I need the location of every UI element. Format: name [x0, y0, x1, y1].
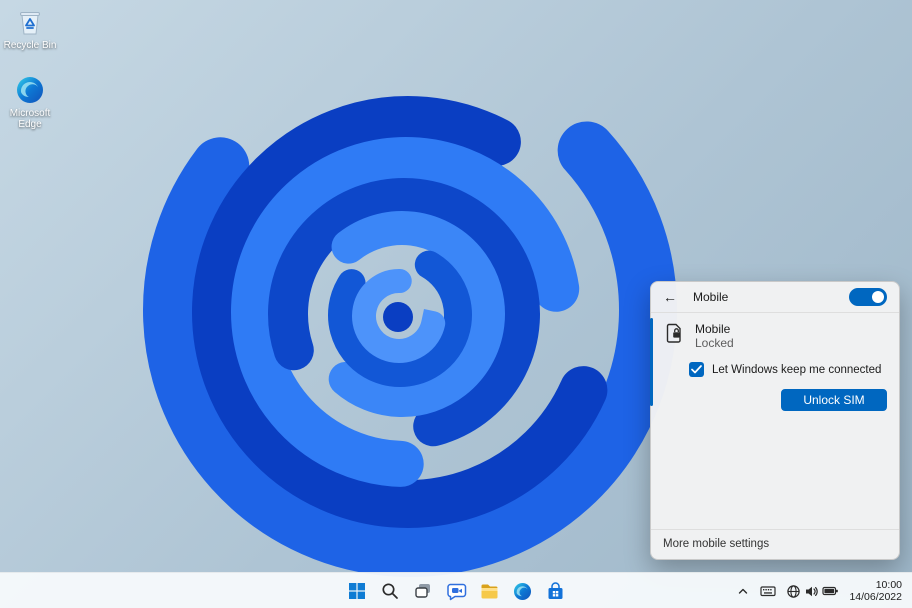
checkbox-checked-icon[interactable]: [689, 362, 704, 377]
system-tray: 10:00 14/06/2022: [732, 573, 908, 608]
clock-time: 10:00: [875, 579, 902, 591]
keep-connected-checkbox-row[interactable]: Let Windows keep me connected: [689, 362, 887, 377]
touch-keyboard-icon: [760, 586, 777, 597]
desktop-icon-microsoft-edge[interactable]: Microsoft Edge: [1, 74, 59, 130]
edge-icon: [513, 582, 531, 600]
unlock-sim-button[interactable]: Unlock SIM: [781, 389, 887, 411]
chat-icon: [446, 583, 466, 600]
touch-keyboard-button[interactable]: [756, 577, 780, 605]
desktop-icon-recycle-bin[interactable]: Recycle Bin: [1, 6, 59, 51]
start-icon: [349, 583, 365, 599]
search-button[interactable]: [376, 577, 404, 605]
device-name: Mobile: [695, 322, 731, 336]
mobile-toggle[interactable]: [849, 288, 887, 306]
recycle-bin-icon: [20, 12, 40, 35]
device-text: Mobile Locked: [695, 322, 734, 350]
battery-icon: [822, 586, 839, 596]
panel-header: ← Mobile: [651, 282, 899, 313]
desktop-icon-label: Recycle Bin: [3, 40, 57, 51]
selection-accent-bar: [650, 318, 653, 406]
store-button[interactable]: [541, 577, 569, 605]
panel-body: Mobile Locked Let Windows keep me connec…: [650, 313, 899, 411]
toggle-knob-icon: [872, 291, 884, 303]
edge-logo-icon: [17, 77, 43, 103]
more-mobile-settings-link[interactable]: More mobile settings: [651, 529, 899, 559]
task-view-icon: [415, 584, 430, 598]
volume-icon: [806, 586, 819, 596]
clock[interactable]: 10:00 14/06/2022: [845, 579, 908, 603]
file-explorer-icon: [481, 584, 497, 598]
mobile-quick-settings-panel: ← Mobile Mobile Locked Let Windows keep …: [650, 281, 900, 560]
search-icon: [382, 583, 398, 599]
back-button[interactable]: ←: [663, 289, 683, 305]
checkbox-label: Let Windows keep me connected: [712, 363, 882, 376]
network-volume-battery-button[interactable]: [782, 577, 843, 605]
taskbar: 10:00 14/06/2022: [0, 572, 912, 608]
mobile-device-row[interactable]: Mobile Locked: [665, 322, 887, 350]
sim-lock-icon: [666, 323, 681, 343]
edge-button[interactable]: [508, 577, 536, 605]
chat-button[interactable]: [442, 577, 470, 605]
clock-date: 14/06/2022: [849, 591, 902, 603]
taskbar-center-icons: [343, 573, 569, 608]
panel-title: Mobile: [693, 290, 729, 304]
device-status: Locked: [695, 336, 734, 350]
chevron-up-icon: [739, 588, 748, 594]
button-row: Unlock SIM: [665, 377, 887, 411]
network-globe-icon: [787, 584, 801, 598]
file-explorer-button[interactable]: [475, 577, 503, 605]
task-view-button[interactable]: [409, 577, 437, 605]
start-button[interactable]: [343, 577, 371, 605]
desktop-icon-label: Microsoft Edge: [9, 108, 51, 130]
desktop: Recycle Bin Microsoft Edge ← Mobile Mobi…: [0, 0, 912, 608]
show-hidden-icons-button[interactable]: [732, 577, 754, 605]
store-icon: [548, 581, 562, 599]
